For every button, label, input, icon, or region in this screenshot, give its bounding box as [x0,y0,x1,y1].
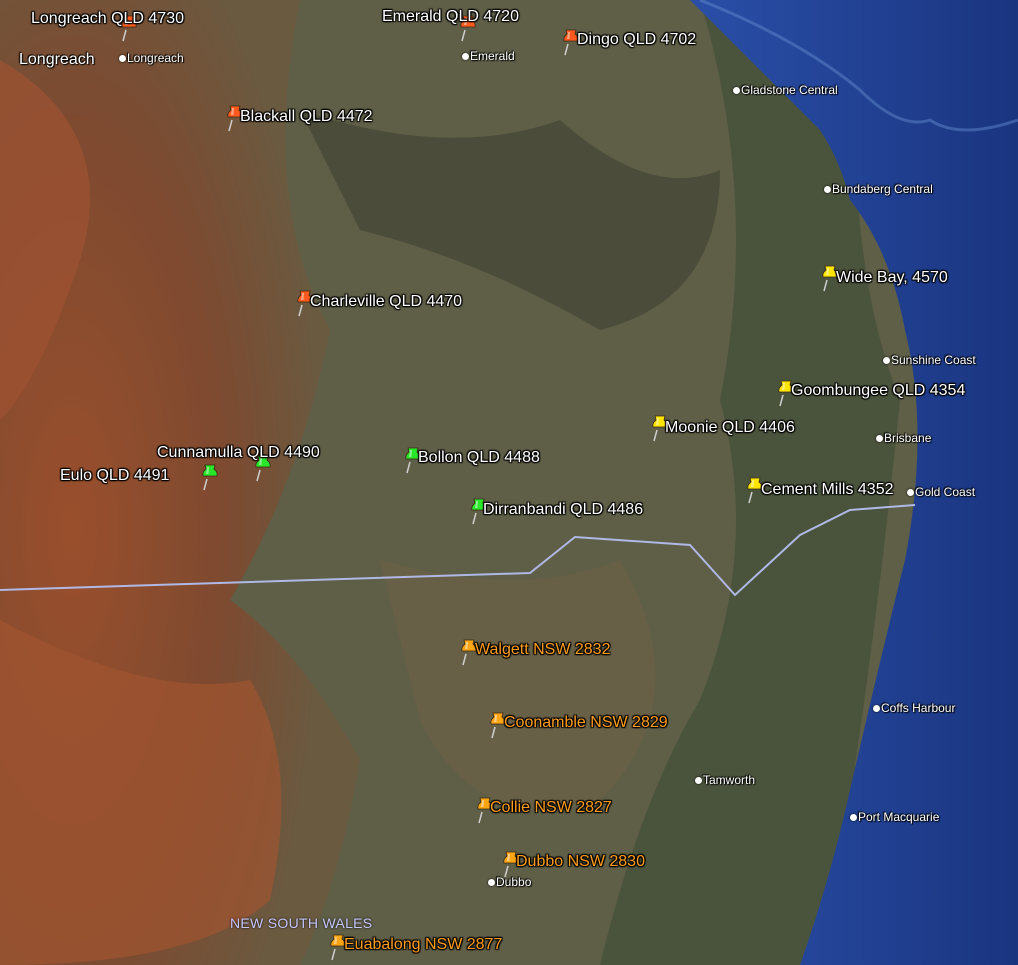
pin-label-wide-bay[interactable]: Wide Bay, 4570 [836,269,948,287]
town-dot-longreach-town [119,55,126,62]
town-dot-gladstone [733,87,740,94]
pin-label-dirranbandi[interactable]: Dirranbandi QLD 4486 [483,501,643,519]
place-label-longreach: Longreach [19,51,95,68]
town-dot-brisbane [876,435,883,442]
town-dot-coffs-harbour [873,705,880,712]
town-dot-dubbo-town [488,879,495,886]
pin-label-cement-mills[interactable]: Cement Mills 4352 [761,481,894,499]
pushpin-icon [202,464,218,491]
pin-label-walgett[interactable]: Walgett NSW 2832 [475,641,610,659]
town-label-coffs-harbour[interactable]: Coffs Harbour [881,701,955,715]
pin-label-eulo[interactable]: Eulo QLD 4491 [60,467,169,485]
pin-label-longreach[interactable]: Longreach QLD 4730 [31,10,184,28]
town-dot-port-macquarie [850,814,857,821]
pin-label-dubbo[interactable]: Dubbo NSW 2830 [516,853,645,871]
town-label-tamworth[interactable]: Tamworth [703,773,755,787]
pin-label-moonie[interactable]: Moonie QLD 4406 [665,419,795,437]
pin-label-cunnamulla[interactable]: Cunnamulla QLD 4490 [157,444,320,462]
pin-label-dingo[interactable]: Dingo QLD 4702 [577,31,696,49]
pin-label-emerald[interactable]: Emerald QLD 4720 [382,8,519,26]
town-label-port-macquarie[interactable]: Port Macquarie [858,810,939,824]
town-label-dubbo-town[interactable]: Dubbo [496,875,531,889]
pin-label-blackall[interactable]: Blackall QLD 4472 [240,108,373,126]
state-label-nsw: NEW SOUTH WALES [230,915,373,931]
town-dot-gold-coast [907,489,914,496]
pin-label-charleville[interactable]: Charleville QLD 4470 [310,293,462,311]
town-label-bundaberg[interactable]: Bundaberg Central [832,182,933,196]
pin-label-coonamble[interactable]: Coonamble NSW 2829 [504,714,668,732]
town-label-longreach-town[interactable]: Longreach [127,51,184,65]
town-dot-tamworth [695,777,702,784]
town-label-brisbane[interactable]: Brisbane [884,431,931,445]
town-label-gladstone[interactable]: Gladstone Central [741,83,838,97]
pin-label-bollon[interactable]: Bollon QLD 4488 [418,449,540,467]
map-view[interactable]: Longreach NEW SOUTH WALES Longreach QLD … [0,0,1018,965]
pin-label-collie[interactable]: Collie NSW 2827 [490,799,612,817]
map-pin-eulo[interactable] [200,463,220,491]
town-dot-sunshine-coast [883,357,890,364]
pin-label-goombungee[interactable]: Goombungee QLD 4354 [791,382,965,400]
town-dot-bundaberg [824,186,831,193]
town-label-gold-coast[interactable]: Gold Coast [915,485,975,499]
town-label-emerald-town[interactable]: Emerald [470,49,515,63]
town-label-sunshine-coast[interactable]: Sunshine Coast [891,353,976,367]
town-dot-emerald-town [462,53,469,60]
pin-label-euabalong[interactable]: Euabalong NSW 2877 [344,936,502,954]
